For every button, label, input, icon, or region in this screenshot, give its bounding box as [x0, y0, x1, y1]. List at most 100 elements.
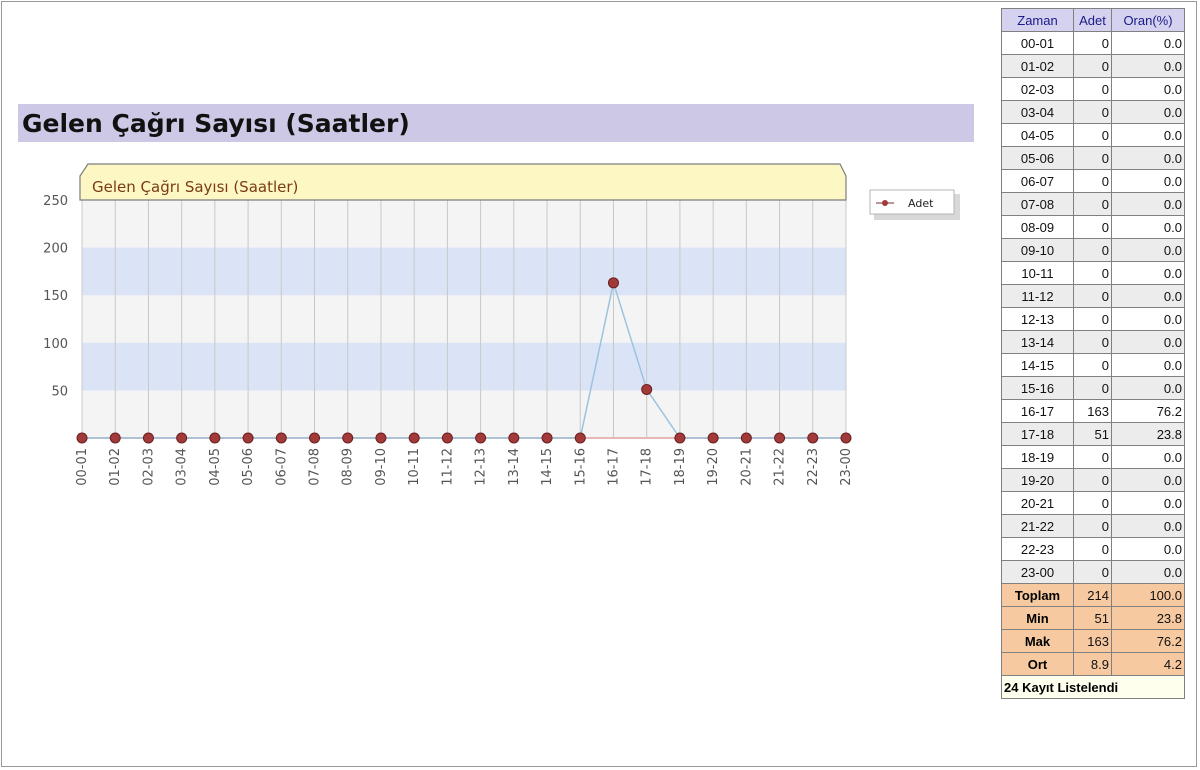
- chart-title: Gelen Çağrı Sayısı (Saatler): [92, 178, 298, 196]
- data-point: [475, 432, 487, 444]
- x-tick-label: 21-22: [773, 448, 788, 486]
- cell-ratio: 0.0: [1111, 31, 1185, 55]
- x-tick-label: 03-04: [175, 448, 190, 486]
- cell-time: 04-05: [1001, 123, 1074, 147]
- cell-time: 06-07: [1001, 169, 1074, 193]
- cell-ratio: 23.8: [1111, 422, 1185, 446]
- cell-ratio: 0.0: [1111, 514, 1185, 538]
- table-row: 01-02 0 0.0: [1001, 54, 1185, 78]
- table-header-row: Zaman Adet Oran(%): [1001, 8, 1185, 32]
- cell-time: 19-20: [1001, 468, 1074, 492]
- cell-ratio: 0.0: [1111, 284, 1185, 308]
- x-tick-label: 01-02: [108, 448, 123, 486]
- cell-ratio: 0.0: [1111, 146, 1185, 170]
- cell-time: 02-03: [1001, 77, 1074, 101]
- cell-time: 15-16: [1001, 376, 1074, 400]
- cell-count: 0: [1073, 54, 1112, 78]
- data-point: [674, 432, 686, 444]
- cell-time: 17-18: [1001, 422, 1074, 446]
- cell-ratio: 0.0: [1111, 537, 1185, 561]
- data-point: [441, 432, 453, 444]
- plot-area: [82, 200, 846, 438]
- data-point: [740, 432, 752, 444]
- cell-count: 0: [1073, 100, 1112, 124]
- data-point: [508, 432, 520, 444]
- cell-ratio: 0.0: [1111, 100, 1185, 124]
- cell-ratio: 0.0: [1111, 261, 1185, 285]
- x-tick-label: 02-03: [141, 448, 156, 486]
- cell-ratio: 0.0: [1111, 123, 1185, 147]
- plot-band: [82, 247, 846, 296]
- cell-ratio: 0.0: [1111, 169, 1185, 193]
- cell-count: 0: [1073, 146, 1112, 170]
- cell-ratio: 0.0: [1111, 445, 1185, 469]
- cell-count: 0: [1073, 537, 1112, 561]
- legend-marker-icon: [882, 200, 888, 206]
- y-tick-label: 200: [43, 242, 68, 257]
- table-row: 21-22 0 0.0: [1001, 514, 1185, 538]
- cell-ratio: 0.0: [1111, 353, 1185, 377]
- cell-ratio: 0.0: [1111, 192, 1185, 216]
- legend-label: Adet: [908, 197, 934, 210]
- cell-time: 03-04: [1001, 100, 1074, 124]
- stat-count: 163: [1073, 629, 1112, 653]
- table-row: 09-10 0 0.0: [1001, 238, 1185, 262]
- cell-ratio: 0.0: [1111, 54, 1185, 78]
- x-tick-label: 00-01: [75, 448, 90, 486]
- stat-count: 51: [1073, 606, 1112, 630]
- stat-row: Mak 163 76.2: [1001, 629, 1185, 653]
- table-row: 04-05 0 0.0: [1001, 123, 1185, 147]
- cell-time: 20-21: [1001, 491, 1074, 515]
- cell-time: 07-08: [1001, 192, 1074, 216]
- cell-count: 0: [1073, 31, 1112, 55]
- cell-ratio: 0.0: [1111, 307, 1185, 331]
- cell-count: 0: [1073, 514, 1112, 538]
- table-row: 03-04 0 0.0: [1001, 100, 1185, 124]
- cell-time: 21-22: [1001, 514, 1074, 538]
- y-tick-label: 50: [51, 384, 68, 399]
- cell-count: 0: [1073, 192, 1112, 216]
- stat-ratio: 23.8: [1111, 606, 1185, 630]
- cell-count: 0: [1073, 77, 1112, 101]
- table-row: 00-01 0 0.0: [1001, 31, 1185, 55]
- stat-ratio: 100.0: [1111, 583, 1185, 607]
- y-tick-label: 250: [43, 194, 68, 209]
- x-tick-label: 18-19: [673, 448, 688, 486]
- cell-ratio: 0.0: [1111, 77, 1185, 101]
- data-point: [76, 432, 88, 444]
- table-row: 11-12 0 0.0: [1001, 284, 1185, 308]
- x-tick-label: 09-10: [374, 448, 389, 486]
- x-tick-label: 20-21: [739, 448, 754, 486]
- cell-count: 0: [1073, 468, 1112, 492]
- stat-ratio: 76.2: [1111, 629, 1185, 653]
- cell-count: 51: [1073, 422, 1112, 446]
- y-tick-label: 150: [43, 289, 68, 304]
- cell-count: 163: [1073, 399, 1112, 423]
- cell-time: 09-10: [1001, 238, 1074, 262]
- x-tick-label: 11-12: [440, 448, 455, 486]
- cell-ratio: 0.0: [1111, 560, 1185, 584]
- x-tick-label: 22-23: [806, 448, 821, 486]
- stat-label: Mak: [1001, 629, 1074, 653]
- x-tick-label: 19-20: [706, 448, 721, 486]
- table-row: 08-09 0 0.0: [1001, 215, 1185, 239]
- column-header-count: Adet: [1073, 8, 1112, 32]
- column-header-ratio: Oran(%): [1111, 8, 1185, 32]
- table-row: 18-19 0 0.0: [1001, 445, 1185, 469]
- stat-count: 214: [1073, 583, 1112, 607]
- table-row: 05-06 0 0.0: [1001, 146, 1185, 170]
- cell-time: 10-11: [1001, 261, 1074, 285]
- data-point: [774, 432, 786, 444]
- stat-row: Toplam 214 100.0: [1001, 583, 1185, 607]
- y-tick-label: 100: [43, 337, 68, 352]
- data-point: [840, 432, 852, 444]
- table-row: 06-07 0 0.0: [1001, 169, 1185, 193]
- cell-count: 0: [1073, 238, 1112, 262]
- cell-time: 14-15: [1001, 353, 1074, 377]
- x-tick-label: 14-15: [540, 448, 555, 486]
- data-point: [209, 432, 221, 444]
- column-header-time: Zaman: [1001, 8, 1074, 32]
- data-point: [408, 432, 420, 444]
- cell-count: 0: [1073, 491, 1112, 515]
- data-point: [242, 432, 254, 444]
